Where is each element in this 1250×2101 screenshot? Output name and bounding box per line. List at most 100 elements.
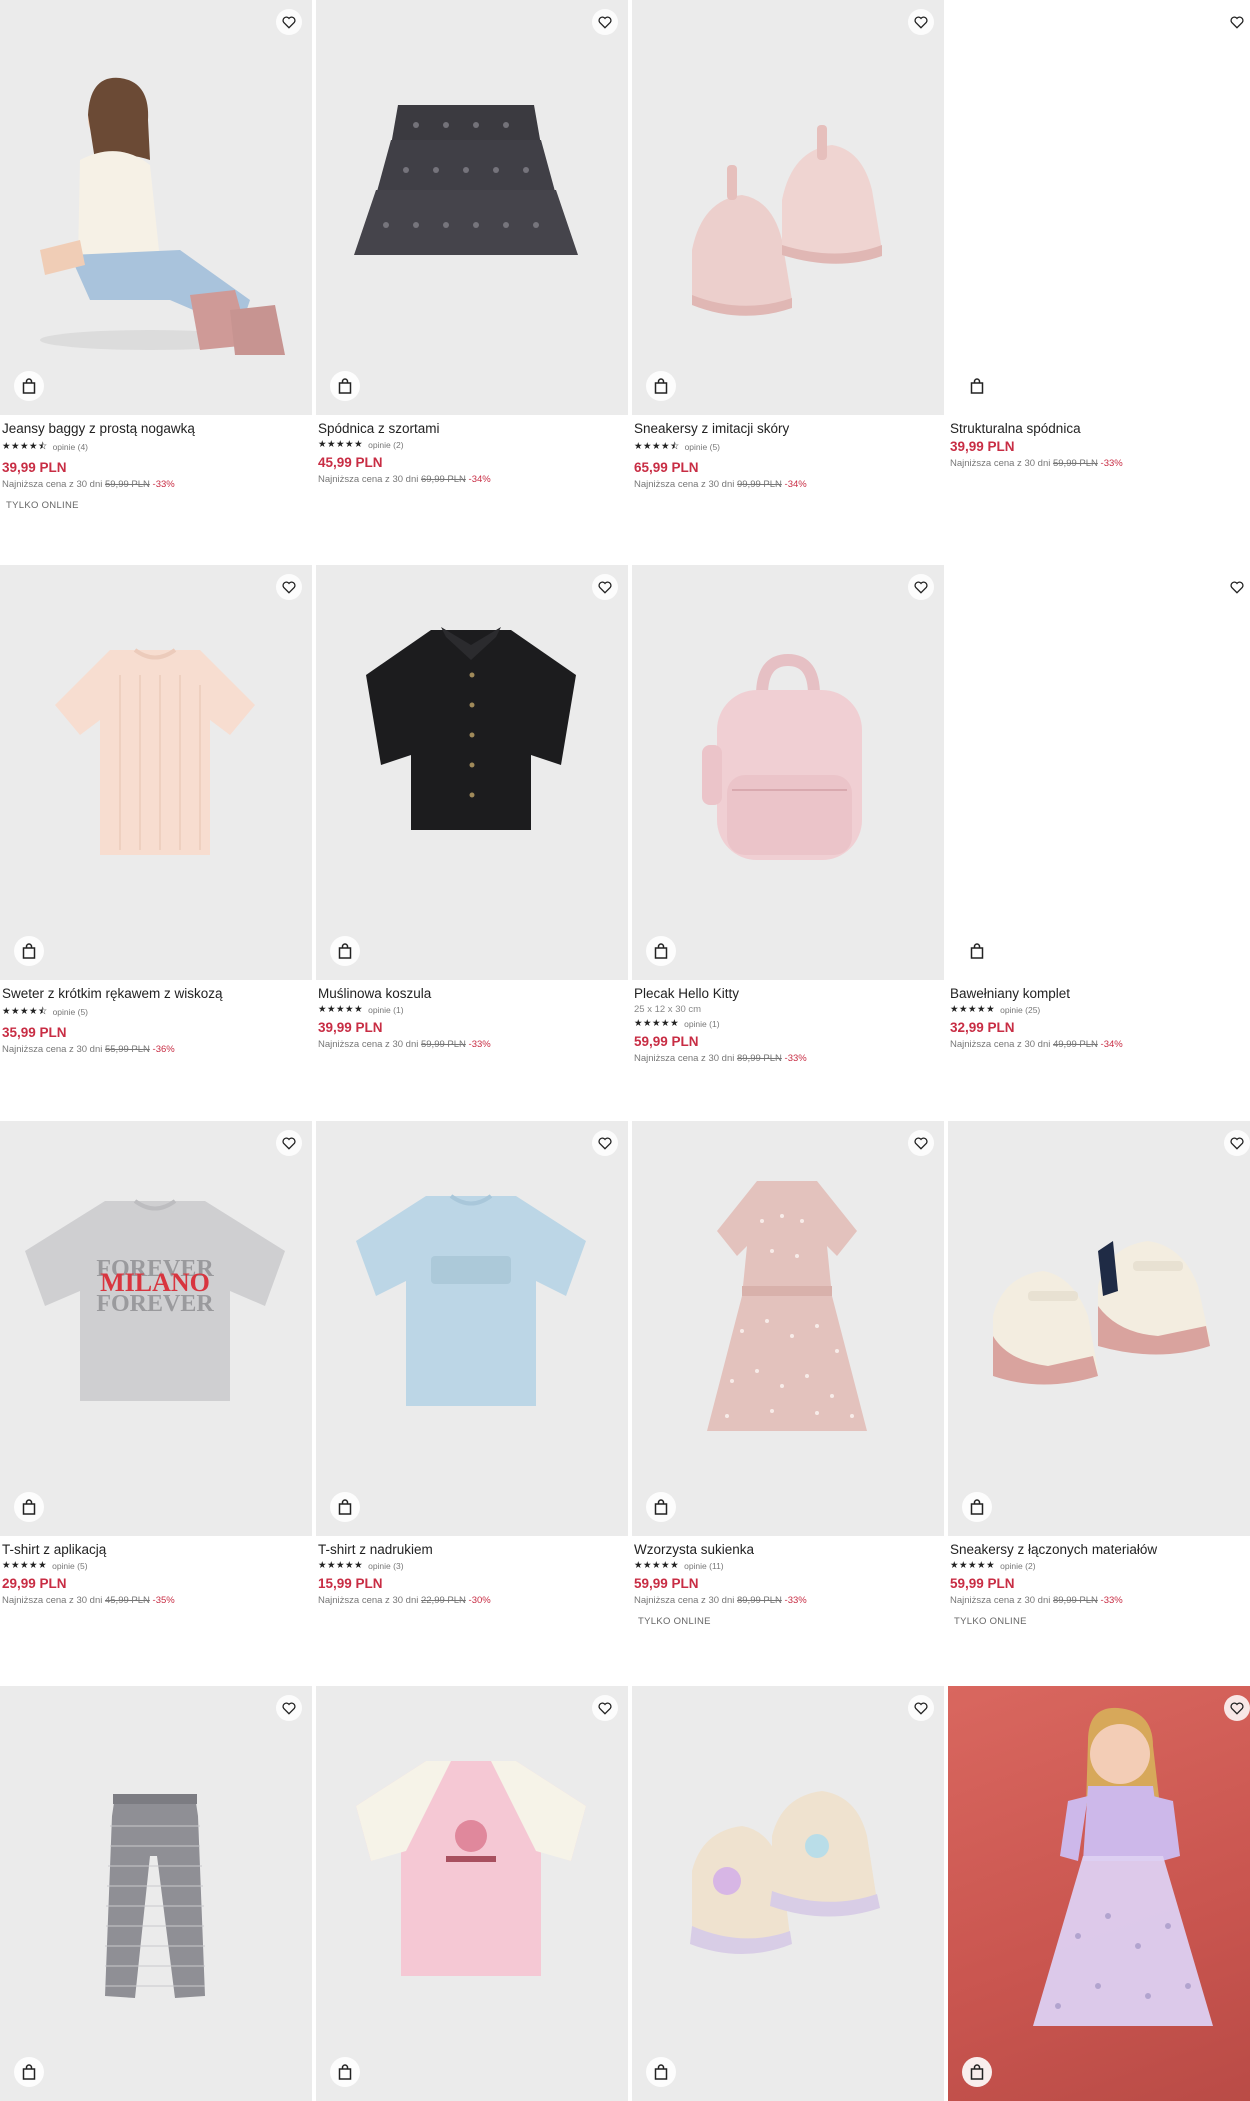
add-to-cart-button[interactable] <box>330 2057 360 2087</box>
wishlist-button[interactable] <box>1224 1130 1250 1156</box>
product-card[interactable]: Spódnica z szortami ★★★★★ opinie (2) 45,… <box>316 0 628 485</box>
wishlist-button[interactable] <box>592 9 618 35</box>
add-to-cart-button[interactable] <box>14 2057 44 2087</box>
wishlist-button[interactable] <box>592 574 618 600</box>
product-card[interactable] <box>316 1686 628 2101</box>
old-price: 59,99 PLN <box>420 1039 466 1050</box>
product-image[interactable]: FOREVER MILANO FOREVER <box>0 1121 312 1536</box>
product-image[interactable] <box>632 0 944 415</box>
wishlist-button[interactable] <box>592 1695 618 1721</box>
wishlist-button[interactable] <box>276 9 302 35</box>
product-name[interactable]: Spódnica z szortami <box>318 421 626 436</box>
product-card[interactable] <box>0 1686 312 2101</box>
add-to-cart-button[interactable] <box>14 1492 44 1522</box>
lowest-price-label: Najniższa cena z 30 dni <box>634 1595 735 1606</box>
product-image[interactable] <box>316 0 628 415</box>
review-count[interactable]: opinie (11) <box>684 1561 724 1571</box>
product-name[interactable]: Sweter z krótkim rękawem z wiskozą <box>2 986 310 1001</box>
lowest-price-info: Najniższa cena z 30 dni 89,99 PLN -33% <box>634 1053 942 1064</box>
add-to-cart-button[interactable] <box>646 2057 676 2087</box>
product-image[interactable] <box>948 1686 1250 2101</box>
product-card[interactable] <box>948 1686 1250 2101</box>
review-count[interactable]: opinie (1) <box>684 1019 719 1029</box>
add-to-cart-button[interactable] <box>962 371 992 401</box>
product-rating: ★★★★★ opinie (2) <box>950 1560 1250 1571</box>
add-to-cart-button[interactable] <box>14 936 44 966</box>
review-count[interactable]: opinie (1) <box>368 1005 403 1015</box>
product-name[interactable]: Sneakersy z imitacji skóry <box>634 421 942 436</box>
review-count[interactable]: opinie (5) <box>685 442 720 452</box>
product-image[interactable] <box>0 565 312 980</box>
product-name[interactable]: Strukturalna spódnica <box>950 421 1250 436</box>
product-image[interactable] <box>948 0 1250 415</box>
old-price: 89,99 PLN <box>736 1053 782 1064</box>
product-card[interactable]: T-shirt z nadrukiem ★★★★★ opinie (3) 15,… <box>316 1121 628 1606</box>
wishlist-button[interactable] <box>908 1130 934 1156</box>
wishlist-button[interactable] <box>276 1695 302 1721</box>
product-card[interactable]: Muślinowa koszula ★★★★★ opinie (1) 39,99… <box>316 565 628 1050</box>
product-card[interactable]: FOREVER MILANO FOREVER T-shirt z aplikac… <box>0 1121 312 1606</box>
unicorn-sneakers-photo <box>690 1791 880 1954</box>
review-count[interactable]: opinie (2) <box>1000 1561 1035 1571</box>
review-count[interactable]: opinie (4) <box>53 442 88 452</box>
heart-icon <box>598 581 612 594</box>
add-to-cart-button[interactable] <box>962 936 992 966</box>
add-to-cart-button[interactable] <box>646 936 676 966</box>
add-to-cart-button[interactable] <box>330 936 360 966</box>
product-card[interactable]: Sweter z krótkim rękawem z wiskozą ★★★★⯪… <box>0 565 312 1055</box>
add-to-cart-button[interactable] <box>330 371 360 401</box>
shopping-bag-icon <box>22 1499 36 1515</box>
product-name[interactable]: Wzorzysta sukienka <box>634 1542 942 1557</box>
product-image[interactable] <box>632 565 944 980</box>
heart-icon <box>1230 1137 1244 1150</box>
wishlist-button[interactable] <box>1224 9 1250 35</box>
product-name[interactable]: Plecak Hello Kitty <box>634 986 942 1001</box>
product-name[interactable]: Muślinowa koszula <box>318 986 626 1001</box>
product-name[interactable]: Sneakersy z łączonych materiałów <box>950 1542 1250 1557</box>
wishlist-button[interactable] <box>276 1130 302 1156</box>
wishlist-button[interactable] <box>592 1130 618 1156</box>
review-count[interactable]: opinie (5) <box>53 1007 88 1017</box>
product-card[interactable]: Sneakersy z łączonych materiałów ★★★★★ o… <box>948 1121 1250 1627</box>
add-to-cart-button[interactable] <box>646 371 676 401</box>
product-card[interactable]: Jeansy baggy z prostą nogawką ★★★★⯪ opin… <box>0 0 312 511</box>
wishlist-button[interactable] <box>1224 1695 1250 1721</box>
add-to-cart-button[interactable] <box>962 1492 992 1522</box>
discount-badge: -33% <box>784 1053 807 1064</box>
wishlist-button[interactable] <box>276 574 302 600</box>
product-image[interactable] <box>316 565 628 980</box>
review-count[interactable]: opinie (2) <box>368 440 403 450</box>
product-name[interactable]: Bawełniany komplet <box>950 986 1250 1001</box>
heart-icon <box>1230 1702 1244 1715</box>
product-image[interactable] <box>948 1121 1250 1536</box>
product-card[interactable]: Strukturalna spódnica 39,99 PLN Najniższ… <box>948 0 1250 469</box>
product-card[interactable]: Plecak Hello Kitty 25 x 12 x 30 cm ★★★★★… <box>632 565 944 1064</box>
review-count[interactable]: opinie (25) <box>1000 1005 1040 1015</box>
product-image[interactable] <box>0 0 312 415</box>
product-image[interactable] <box>632 1686 944 2101</box>
shopping-bag-icon <box>338 943 352 959</box>
product-card[interactable] <box>632 1686 944 2101</box>
wishlist-button[interactable] <box>908 9 934 35</box>
product-card[interactable]: Sneakersy z imitacji skóry ★★★★⯪ opinie … <box>632 0 944 490</box>
product-image[interactable] <box>948 565 1250 980</box>
wishlist-button[interactable] <box>1224 574 1250 600</box>
product-image[interactable] <box>316 1686 628 2101</box>
add-to-cart-button[interactable] <box>646 1492 676 1522</box>
add-to-cart-button[interactable] <box>330 1492 360 1522</box>
review-count[interactable]: opinie (5) <box>52 1561 87 1571</box>
product-name[interactable]: Jeansy baggy z prostą nogawką <box>2 421 310 436</box>
wishlist-button[interactable] <box>908 574 934 600</box>
old-price: 55,99 PLN <box>104 1044 150 1055</box>
add-to-cart-button[interactable] <box>14 371 44 401</box>
wishlist-button[interactable] <box>908 1695 934 1721</box>
product-image[interactable] <box>316 1121 628 1536</box>
product-name[interactable]: T-shirt z nadrukiem <box>318 1542 626 1557</box>
add-to-cart-button[interactable] <box>962 2057 992 2087</box>
product-card[interactable]: Bawełniany komplet ★★★★★ opinie (25) 32,… <box>948 565 1250 1050</box>
product-name[interactable]: T-shirt z aplikacją <box>2 1542 310 1557</box>
product-image[interactable] <box>0 1686 312 2101</box>
review-count[interactable]: opinie (3) <box>368 1561 403 1571</box>
product-image[interactable] <box>632 1121 944 1536</box>
product-card[interactable]: Wzorzysta sukienka ★★★★★ opinie (11) 59,… <box>632 1121 944 1627</box>
